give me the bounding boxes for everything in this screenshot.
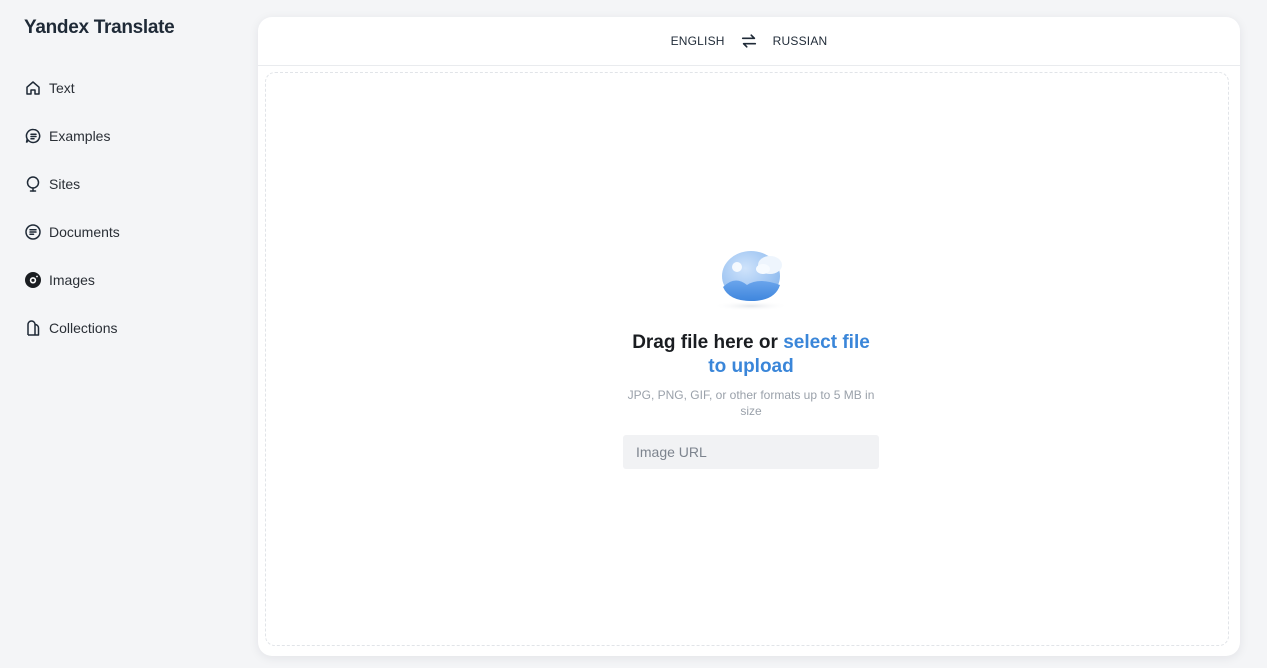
sidebar-item-label: Sites — [49, 176, 81, 192]
language-bar: ENGLISH RUSSIAN — [258, 17, 1240, 66]
source-language-button[interactable]: ENGLISH — [671, 34, 725, 48]
translate-panel: ENGLISH RUSSIAN Drag file here or select… — [258, 17, 1240, 656]
sidebar-item-examples[interactable]: Examples — [24, 124, 120, 148]
upload-block: Drag file here or select file to upload … — [623, 249, 879, 469]
sidebar-item-text[interactable]: Text — [24, 76, 120, 100]
bookmark-icon — [24, 319, 42, 337]
target-language-button[interactable]: RUSSIAN — [773, 34, 828, 48]
sidebar: Yandex Translate Text Examples Sites Doc… — [0, 0, 250, 668]
sidebar-item-label: Documents — [49, 224, 120, 240]
sidebar-item-collections[interactable]: Collections — [24, 316, 120, 340]
swap-arrows-icon[interactable] — [739, 31, 759, 51]
image-url-input[interactable] — [623, 435, 879, 469]
sidebar-nav: Text Examples Sites Documents Images Col… — [24, 76, 120, 364]
sidebar-item-images[interactable]: Images — [24, 268, 120, 292]
globe-pin-icon — [24, 175, 42, 193]
document-icon — [24, 223, 42, 241]
upload-title: Drag file here or select file to upload — [623, 331, 879, 379]
camera-icon — [24, 271, 42, 289]
sidebar-item-label: Images — [49, 272, 95, 288]
sidebar-item-documents[interactable]: Documents — [24, 220, 120, 244]
image-upload-icon — [713, 251, 789, 311]
sidebar-item-sites[interactable]: Sites — [24, 172, 120, 196]
chat-bubble-icon — [24, 127, 42, 145]
app-root: Yandex Translate Text Examples Sites Doc… — [0, 0, 1267, 668]
sidebar-item-label: Examples — [49, 128, 111, 144]
upload-hint: JPG, PNG, GIF, or other formats up to 5 … — [627, 388, 875, 418]
sidebar-item-label: Collections — [49, 320, 118, 336]
app-logo[interactable]: Yandex Translate — [24, 17, 175, 39]
sidebar-item-label: Text — [49, 80, 75, 96]
home-icon — [24, 79, 42, 97]
image-dropzone[interactable]: Drag file here or select file to upload … — [265, 72, 1229, 646]
upload-title-text: Drag file here or — [632, 332, 784, 353]
